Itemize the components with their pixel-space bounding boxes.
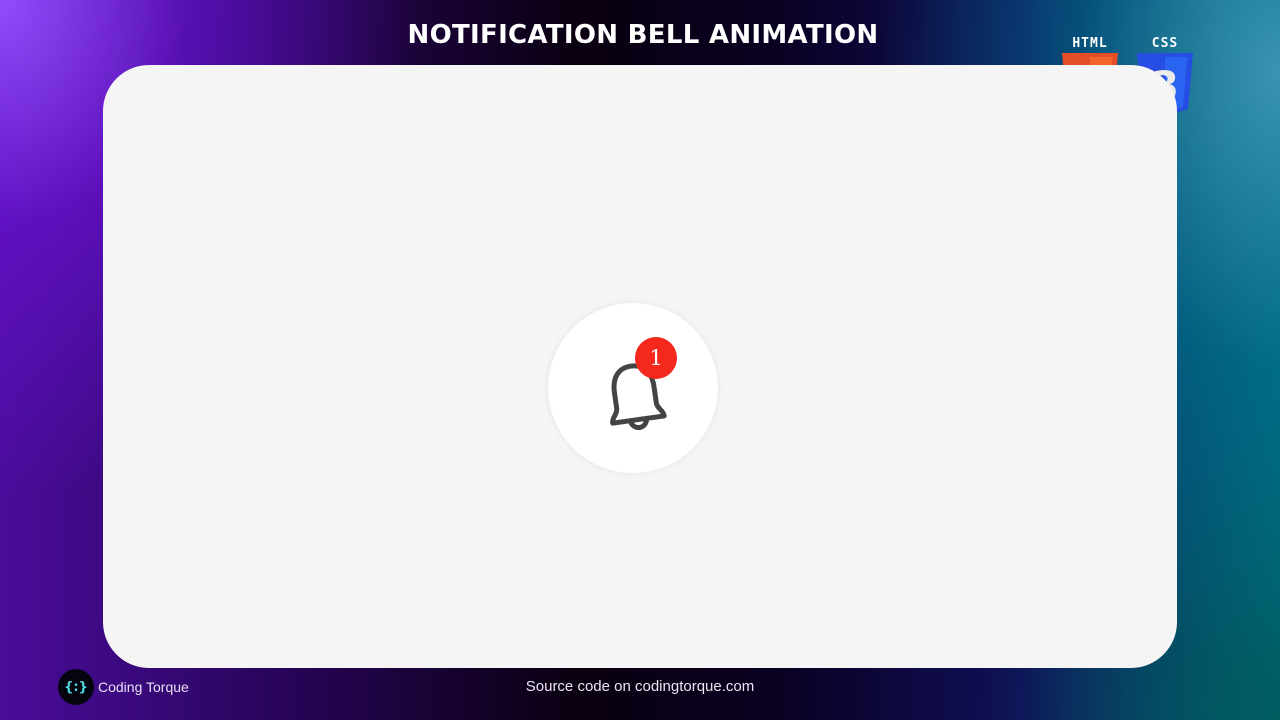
source-link[interactable]: Source code on codingtorque.com (0, 678, 1280, 695)
html-label: HTML (1072, 36, 1108, 51)
notification-count-badge: 1 (635, 337, 677, 379)
css-label: CSS (1151, 36, 1179, 51)
notification-bell-button[interactable]: 1 (548, 303, 718, 473)
